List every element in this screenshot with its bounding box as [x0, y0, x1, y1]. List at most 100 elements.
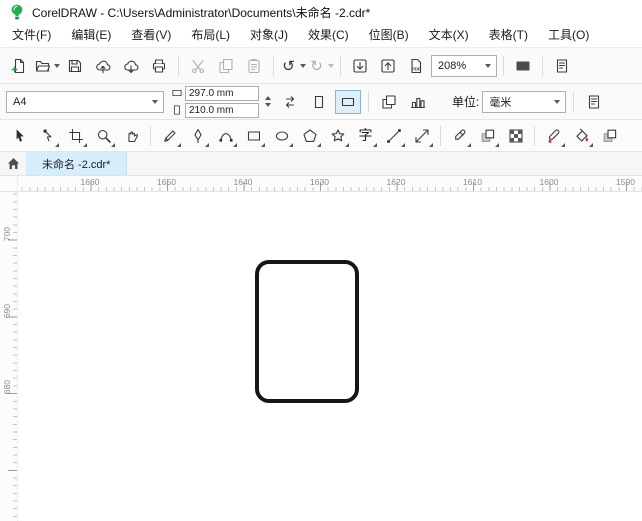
- print-button[interactable]: [146, 53, 172, 79]
- coreldraw-window: CorelDRAW - C:\Users\Administrator\Docum…: [0, 0, 642, 521]
- eyedropper-tool[interactable]: [446, 122, 473, 149]
- home-tab-button[interactable]: [0, 152, 26, 175]
- cloudsave-icon: [123, 58, 139, 74]
- pan-tool[interactable]: [118, 122, 145, 149]
- page-width-row: 297.0 mm: [171, 85, 259, 101]
- portrait-button[interactable]: [306, 90, 332, 114]
- ellipsetool-icon: [274, 128, 290, 144]
- menu-object[interactable]: 对象(J): [240, 24, 298, 47]
- chevron-down-icon: [401, 143, 405, 147]
- dimension-tool[interactable]: [408, 122, 435, 149]
- text-icon: 字: [358, 127, 373, 144]
- swap-dimensions-button[interactable]: [277, 90, 303, 114]
- cloud-save-button[interactable]: [118, 53, 144, 79]
- shape-tool[interactable]: [34, 122, 61, 149]
- show-rulers-button[interactable]: [549, 53, 575, 79]
- cloud-open-button[interactable]: [90, 53, 116, 79]
- units-select[interactable]: 毫米: [482, 90, 567, 113]
- new-document-button[interactable]: [6, 53, 32, 79]
- chevron-down-icon: [53, 63, 60, 68]
- docpage-icon: [554, 58, 570, 74]
- ruler-label: 1640: [233, 177, 253, 187]
- undo-button[interactable]: ↺: [280, 53, 306, 79]
- menu-text[interactable]: 文本(X): [419, 24, 479, 47]
- vertical-ruler[interactable]: 700 690 680: [0, 192, 18, 521]
- dropper2-icon: [546, 128, 562, 144]
- export-button[interactable]: [375, 53, 401, 79]
- fullscreen-preview-button[interactable]: [510, 53, 536, 79]
- pen-icon: [190, 128, 206, 144]
- menu-file[interactable]: 文件(F): [2, 24, 61, 47]
- page-dimensions: 297.0 mm 210.0 mm: [171, 85, 259, 118]
- all-pages-button[interactable]: [376, 90, 402, 114]
- blend-icon: [602, 128, 618, 144]
- document-tab-label: 未命名 -2.cdr*: [42, 158, 111, 171]
- import-button[interactable]: [347, 53, 373, 79]
- landscape-button[interactable]: [335, 89, 361, 114]
- color-eyedropper-tool[interactable]: [540, 122, 567, 149]
- crop-tool[interactable]: [62, 122, 89, 149]
- smart-fill-tool[interactable]: [596, 122, 623, 149]
- interactive-fill-tool[interactable]: [568, 122, 595, 149]
- menu-edit[interactable]: 编辑(E): [61, 24, 121, 47]
- pen-tool[interactable]: [184, 122, 211, 149]
- home-icon: [6, 156, 21, 171]
- chevron-down-icon: [289, 143, 293, 147]
- document-tab[interactable]: 未命名 -2.cdr*: [26, 152, 128, 175]
- menu-view[interactable]: 查看(V): [121, 24, 181, 47]
- document-tab-bar: 未命名 -2.cdr*: [0, 152, 642, 176]
- clipboard-icon: [246, 58, 262, 74]
- menubar: 文件(F) 编辑(E) 查看(V) 布局(L) 对象(J) 效果(C) 位图(B) 文本(X)…: [0, 24, 642, 48]
- zoom-level-value: 208%: [438, 59, 467, 72]
- canvas[interactable]: [18, 192, 642, 521]
- open-document-button[interactable]: [34, 53, 60, 79]
- chevron-down-icon: [373, 143, 377, 147]
- dimension-stepper[interactable]: [265, 96, 271, 107]
- separator: [534, 125, 535, 146]
- page-height-field[interactable]: 210.0 mm: [185, 102, 259, 118]
- menu-tools[interactable]: 工具(O): [538, 24, 599, 47]
- zoom-level-select[interactable]: 208%: [431, 54, 497, 77]
- ellipse-tool[interactable]: [268, 122, 295, 149]
- drop-shadow-tool[interactable]: [474, 122, 501, 149]
- publish-pdf-button[interactable]: PDF: [403, 53, 429, 79]
- two-point-line-tool[interactable]: [380, 122, 407, 149]
- pick-tool[interactable]: [6, 122, 33, 149]
- nudge-settings-button[interactable]: [581, 90, 607, 114]
- polygon-tool[interactable]: [296, 122, 323, 149]
- chevron-down-icon[interactable]: [480, 56, 496, 76]
- ruler-label: 690: [2, 303, 12, 318]
- page-width-field[interactable]: 297.0 mm: [185, 85, 259, 101]
- chevron-down-icon: [177, 143, 181, 147]
- boxdown-icon: [352, 58, 368, 74]
- pdf-icon: PDF: [408, 58, 424, 74]
- horizontal-ruler[interactable]: 1660 1650 1640 1630 1620 1610 1600 1590: [18, 176, 642, 191]
- menu-effects[interactable]: 效果(C): [298, 24, 359, 47]
- separator: [178, 55, 179, 76]
- menu-layout[interactable]: 布局(L): [181, 24, 240, 47]
- polygon-icon: [302, 128, 318, 144]
- recttool-icon: [246, 128, 262, 144]
- page-height-icon: [171, 104, 183, 116]
- transparency-tool[interactable]: [502, 122, 529, 149]
- zoom-icon: [96, 128, 112, 144]
- redo-icon: ↻: [310, 56, 323, 75]
- common-shapes-tool[interactable]: [324, 122, 351, 149]
- dropper-icon: [452, 128, 468, 144]
- zoom-tool[interactable]: [90, 122, 117, 149]
- current-page-button[interactable]: [405, 90, 431, 114]
- blend-icon: [480, 128, 496, 144]
- menu-bitmaps[interactable]: 位图(B): [359, 24, 419, 47]
- freehand-tool[interactable]: [156, 122, 183, 149]
- rectangle-tool[interactable]: [240, 122, 267, 149]
- bspline-tool[interactable]: [212, 122, 239, 149]
- ruler-corner: [0, 176, 18, 191]
- chevron-down-icon[interactable]: [549, 92, 565, 112]
- save-button[interactable]: [62, 53, 88, 79]
- text-tool[interactable]: 字: [352, 122, 379, 149]
- menu-table[interactable]: 表格(T): [479, 24, 538, 47]
- drawn-rounded-rectangle[interactable]: [255, 260, 359, 403]
- page-size-select[interactable]: A4: [6, 90, 164, 113]
- chevron-down-icon: [429, 143, 433, 147]
- chevron-down-icon[interactable]: [147, 92, 163, 112]
